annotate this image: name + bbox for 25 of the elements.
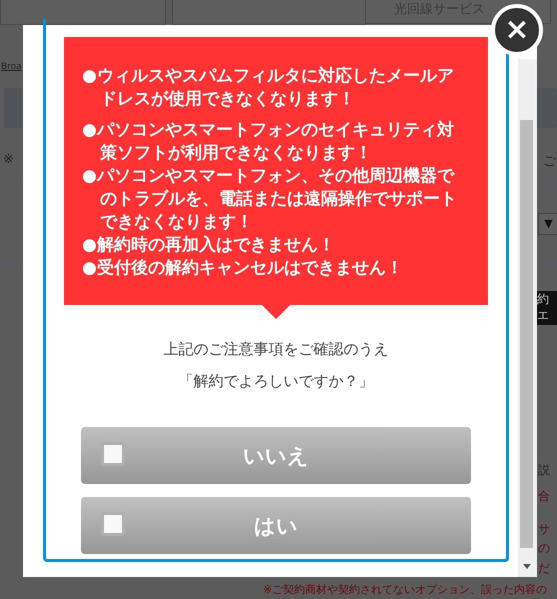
confirm-text: 「解約でよろしいですか？」 <box>178 371 374 392</box>
warning-text: ●受付後の解約キャンセルはできません！ <box>82 257 404 280</box>
option-button[interactable]: はい <box>81 497 471 554</box>
warning-text: ●パソコンやスマートフォンのセイキュリティ対策ソフトが利用できなくなります！ <box>82 119 455 165</box>
side-text: 合 <box>538 488 550 505</box>
checkbox[interactable] <box>101 442 125 466</box>
side-text: 説 <box>538 462 550 479</box>
scrollbar[interactable] <box>518 59 537 577</box>
scrollbar-thumb[interactable] <box>520 120 533 548</box>
warning-text: ●パソコンやスマートフォン、その他周辺機器でのトラブルを、電話または遠隔操作でサポートできなくなります！ <box>82 165 458 234</box>
bottom-note: ※ご契約商材や契約されてないオプション、誤った内容の <box>263 582 548 597</box>
checkbox[interactable] <box>101 512 125 536</box>
side-text: だ <box>538 560 550 577</box>
warning-text: ●ウィルスやスパムフィルタに対応したメールアドレスが使用できなくなります！ <box>82 65 455 111</box>
dropdown[interactable]: ▼ <box>538 213 557 235</box>
side-text: サ <box>538 521 550 538</box>
confirm-text: 上記のご注意事項をご確認のうえ <box>164 339 388 360</box>
note-text: ご <box>543 153 556 170</box>
side-text: の <box>538 540 550 557</box>
warning-text: ●解約時の再加入はできません！ <box>82 234 336 257</box>
dark-label: 約 エ <box>537 291 557 325</box>
note-text: ※ <box>3 152 14 167</box>
scroll-down-icon[interactable] <box>523 564 531 569</box>
breadcrumb-link[interactable]: Broa <box>1 62 22 72</box>
option-button[interactable]: いいえ <box>81 427 471 484</box>
